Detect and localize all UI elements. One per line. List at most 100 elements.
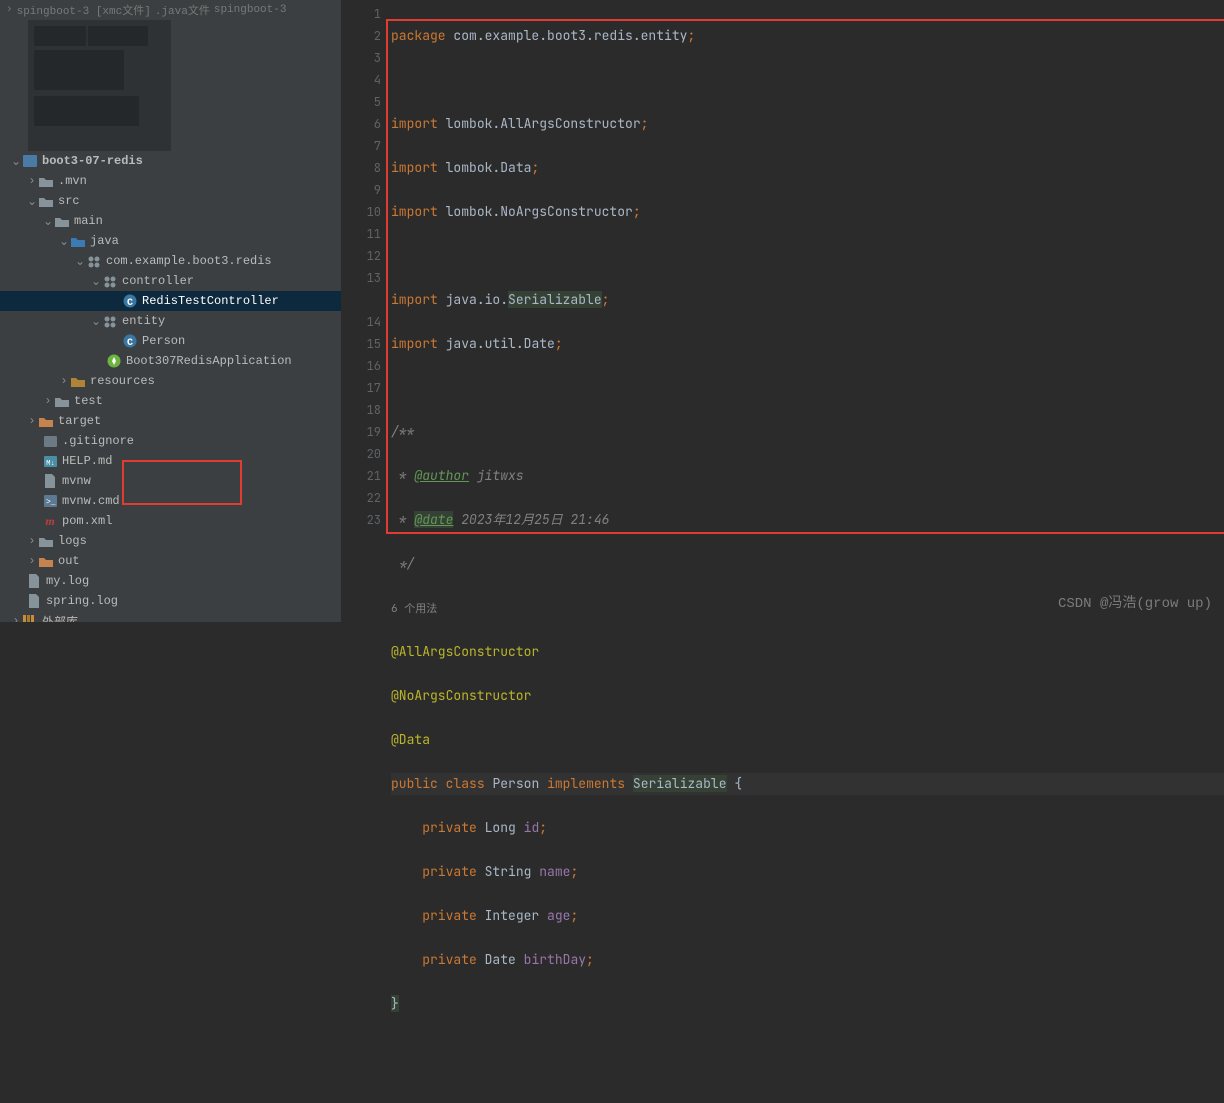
tree-label: resources (90, 374, 155, 388)
chevron-right-icon[interactable]: › (26, 174, 38, 188)
tree-item-package[interactable]: ⌄ com.example.boot3.redis (0, 251, 341, 271)
tree-item-redistestcontroller[interactable]: C RedisTestController (0, 291, 341, 311)
gitignore-icon (42, 435, 58, 448)
tree-label: out (58, 554, 80, 568)
line-number[interactable]: 6 (341, 113, 381, 135)
chevron-right-icon[interactable]: › (26, 414, 38, 428)
code-editor[interactable]: 1 2 3 4 5 6 7 8 9 10 11 12 13 14 15 16 1… (341, 0, 1224, 622)
folder-icon (54, 396, 70, 407)
breadcrumb-item[interactable]: spingboot-3 (214, 4, 287, 16)
line-number[interactable]: 9 (341, 179, 381, 201)
line-number[interactable]: 7 (341, 135, 381, 157)
chevron-right-icon[interactable]: › (26, 554, 38, 568)
code-content[interactable]: package com.example.boot3.redis.entity; … (391, 0, 1224, 622)
line-number[interactable]: 19 (341, 421, 381, 443)
tree-item-src[interactable]: ⌄ src (0, 191, 341, 211)
line-number[interactable]: 12 (341, 245, 381, 267)
tree-label: Person (142, 334, 185, 348)
line-number[interactable]: 16 (341, 355, 381, 377)
file-icon (26, 594, 42, 608)
tree-item-resources[interactable]: › resources (0, 371, 341, 391)
svg-text:C: C (127, 338, 133, 348)
package-icon (102, 275, 118, 288)
tree-item-target[interactable]: › target (0, 411, 341, 431)
maven-icon: m (42, 514, 58, 529)
tree-label: pom.xml (62, 514, 112, 528)
tree-label: 外部库 (42, 613, 78, 623)
line-number[interactable]: 4 (341, 69, 381, 91)
tree-item-test[interactable]: › test (0, 391, 341, 411)
tree-label: controller (122, 274, 194, 288)
line-number[interactable]: 8 (341, 157, 381, 179)
tree-label: target (58, 414, 101, 428)
markdown-icon: M↓ (42, 455, 58, 468)
tree-label: entity (122, 314, 165, 328)
project-sidebar: › spingboot-3 [xmc文件] .java文件 spingboot-… (0, 0, 341, 622)
library-icon (22, 615, 38, 622)
tree-item-externallibs[interactable]: › 外部库 (0, 611, 341, 622)
tree-label: logs (58, 534, 87, 548)
line-number[interactable]: 14 (341, 311, 381, 333)
tree-item-gitignore[interactable]: .gitignore (0, 431, 341, 451)
spring-boot-icon (106, 354, 122, 368)
chevron-down-icon[interactable]: ⌄ (90, 274, 102, 289)
tree-item-main[interactable]: ⌄ main (0, 211, 341, 231)
line-number[interactable]: 13 (341, 267, 381, 289)
line-number[interactable]: 18 (341, 399, 381, 421)
line-number[interactable]: 20 (341, 443, 381, 465)
line-number[interactable]: 5 (341, 91, 381, 113)
chevron-right-icon[interactable]: › (10, 614, 22, 622)
chevron-down-icon[interactable]: ⌄ (74, 254, 86, 269)
line-number[interactable]: 23 (341, 509, 381, 531)
line-number[interactable]: 1 (341, 3, 381, 25)
tree-item-out[interactable]: › out (0, 551, 341, 571)
package-icon (102, 315, 118, 328)
folder-icon (38, 196, 54, 207)
line-number[interactable]: 21 (341, 465, 381, 487)
tree-label: my.log (46, 574, 89, 588)
line-number[interactable]: 2 (341, 25, 381, 47)
tree-label: src (58, 194, 80, 208)
chevron-right-icon[interactable]: › (42, 394, 54, 408)
chevron-down-icon[interactable]: ⌄ (90, 314, 102, 329)
tree-item-app[interactable]: Boot307RedisApplication (0, 351, 341, 371)
tree-label: test (74, 394, 103, 408)
tree-label: Boot307RedisApplication (126, 354, 292, 368)
tree-item-pom[interactable]: m pom.xml (0, 511, 341, 531)
chevron-down-icon[interactable]: ⌄ (10, 154, 22, 169)
tree-label: boot3-07-redis (42, 154, 143, 168)
breadcrumb-item[interactable]: spingboot-3 [xmc文件] (17, 2, 151, 18)
chevron-down-icon[interactable]: ⌄ (58, 234, 70, 249)
tree-project-root[interactable]: ⌄ boot3-07-redis (0, 151, 341, 171)
tree-item-controller[interactable]: ⌄ controller (0, 271, 341, 291)
line-number[interactable]: 11 (341, 223, 381, 245)
tree-item-mvnw[interactable]: mvnw (0, 471, 341, 491)
tree-item-springlog[interactable]: spring.log (0, 591, 341, 611)
tree-item-logs[interactable]: › logs (0, 531, 341, 551)
chevron-right-icon[interactable]: › (58, 374, 70, 388)
tree-item-mvnwcmd[interactable]: >_ mvnw.cmd (0, 491, 341, 511)
tree-item-java[interactable]: ⌄ java (0, 231, 341, 251)
tree-item-help[interactable]: M↓ HELP.md (0, 451, 341, 471)
line-number[interactable]: 22 (341, 487, 381, 509)
tree-label: RedisTestController (142, 294, 279, 308)
folder-icon (38, 536, 54, 547)
tree-label: java (90, 234, 119, 248)
chevron-down-icon[interactable]: ⌄ (26, 194, 38, 209)
tree-item-entity[interactable]: ⌄ entity (0, 311, 341, 331)
line-number[interactable]: 17 (341, 377, 381, 399)
tree-item-mylog[interactable]: my.log (0, 571, 341, 591)
chevron-right-icon[interactable]: › (26, 534, 38, 548)
svg-text:C: C (127, 298, 133, 308)
tree-label: .gitignore (62, 434, 134, 448)
chevron-down-icon[interactable]: ⌄ (42, 214, 54, 229)
project-tree[interactable]: ⌄ boot3-07-redis › .mvn ⌄ src ⌄ main ⌄ (0, 151, 341, 622)
tree-item-person[interactable]: C Person (0, 331, 341, 351)
source-folder-icon (70, 236, 86, 247)
line-number[interactable]: 3 (341, 47, 381, 69)
line-number[interactable]: 10 (341, 201, 381, 223)
tree-label: spring.log (46, 594, 118, 608)
line-number[interactable]: 15 (341, 333, 381, 355)
tree-item-mvn[interactable]: › .mvn (0, 171, 341, 191)
breadcrumb-item[interactable]: .java文件 (155, 2, 210, 18)
